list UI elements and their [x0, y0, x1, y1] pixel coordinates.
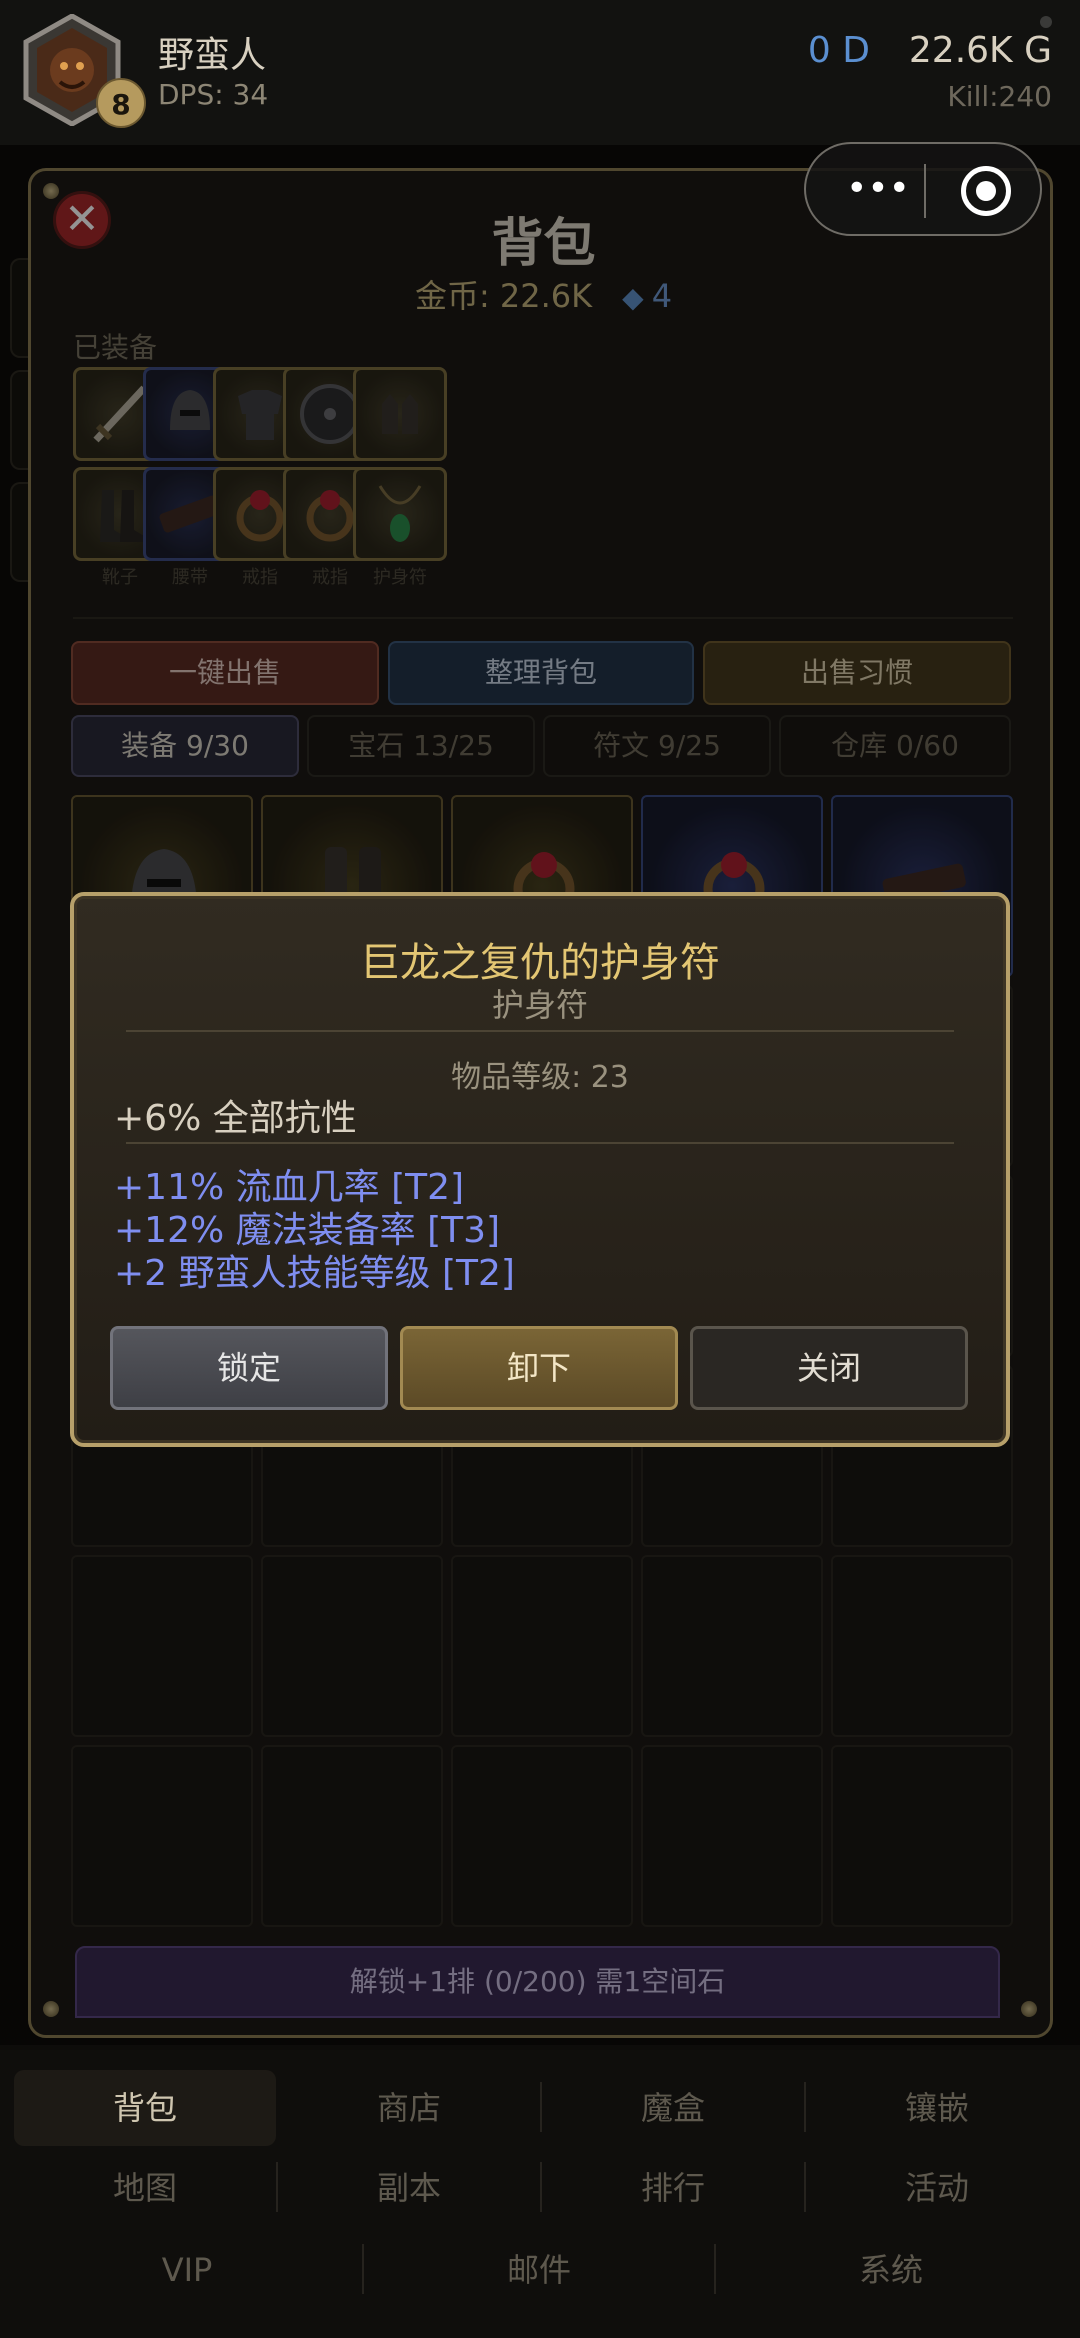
capsule-divider [924, 164, 926, 218]
nav-divider [540, 2162, 542, 2212]
implicit-stat: +6% 全部抗性 [114, 1098, 357, 1139]
notification-dot [1040, 16, 1052, 28]
player-name: 野蛮人 [158, 35, 267, 76]
nav-divider [714, 2244, 716, 2294]
nav-divider [276, 2162, 278, 2212]
nav-socket[interactable]: 镶嵌 [808, 2070, 1066, 2146]
bottom-navigation: 背包 商店 魔盒 镶嵌 地图 副本 排行 活动 VIP 邮件 系统 [0, 2050, 1080, 2338]
nav-ranking[interactable]: 排行 [544, 2150, 802, 2226]
nav-dungeon[interactable]: 副本 [280, 2150, 538, 2226]
nav-map[interactable]: 地图 [14, 2150, 276, 2226]
nav-divider [540, 2082, 542, 2132]
item-tooltip-modal: 巨龙之复仇的护身符 护身符 物品等级: 23 +6% 全部抗性 +11% 流血几… [70, 892, 1010, 1447]
diamond-balance: 0 D [807, 30, 870, 71]
nav-shop[interactable]: 商店 [280, 2070, 538, 2146]
lock-button[interactable]: 锁定 [110, 1326, 388, 1410]
more-options-icon[interactable]: ••• [836, 171, 920, 210]
unequip-button[interactable]: 卸下 [400, 1326, 678, 1410]
nav-divider [362, 2244, 364, 2294]
exit-target-icon[interactable] [961, 166, 1011, 216]
item-type: 护身符 [491, 986, 588, 1024]
tooltip-divider [126, 1142, 954, 1144]
nav-events[interactable]: 活动 [808, 2150, 1066, 2226]
nav-bag[interactable]: 背包 [14, 2070, 276, 2146]
player-level-badge: 8 [96, 78, 146, 128]
close-tooltip-button[interactable]: 关闭 [690, 1326, 968, 1410]
nav-divider [804, 2082, 806, 2132]
nav-mail[interactable]: 邮件 [366, 2232, 712, 2308]
nav-divider [804, 2162, 806, 2212]
tooltip-divider [126, 1030, 954, 1032]
nav-magic-box[interactable]: 魔盒 [544, 2070, 802, 2146]
gold-balance: 22.6K G [908, 30, 1052, 71]
top-status-bar: 8 野蛮人 DPS: 34 0 D 22.6K G Kill:240 [0, 0, 1080, 145]
affix-line: +2 野蛮人技能等级 [T2] [114, 1253, 515, 1294]
nav-system[interactable]: 系统 [718, 2232, 1064, 2308]
kill-count: Kill:240 [947, 80, 1052, 113]
mini-program-capsule: ••• [804, 142, 1042, 236]
dps-readout: DPS: 34 [158, 78, 269, 111]
nav-vip[interactable]: VIP [14, 2232, 360, 2308]
